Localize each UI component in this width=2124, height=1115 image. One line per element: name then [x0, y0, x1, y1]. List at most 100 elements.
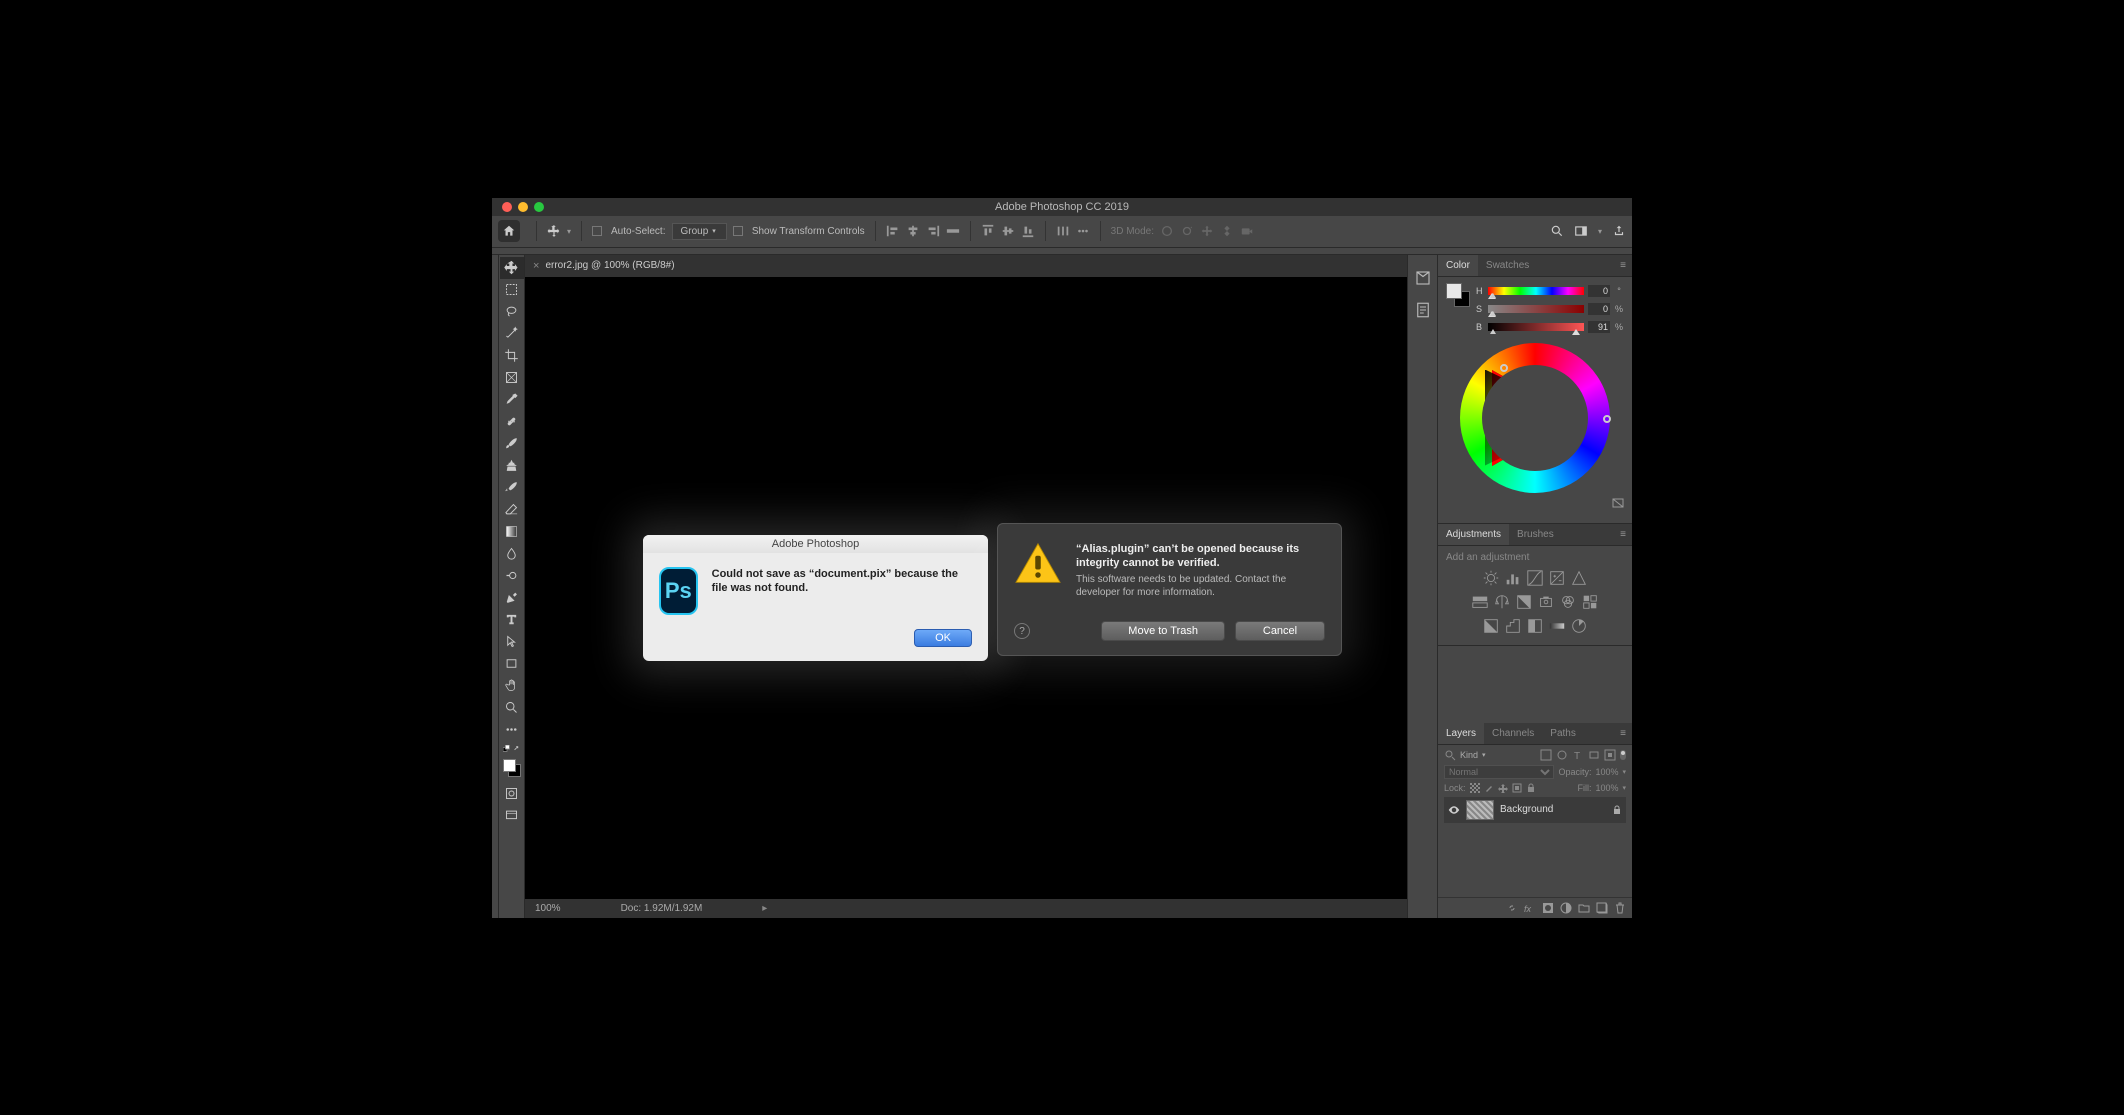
filter-shape-icon[interactable] [1588, 749, 1600, 761]
color-wheel[interactable] [1460, 343, 1610, 493]
blur-tool[interactable] [500, 543, 524, 565]
fill-value[interactable]: 100% [1595, 783, 1618, 793]
gradient-tool[interactable] [500, 521, 524, 543]
swatches-tab[interactable]: Swatches [1478, 255, 1537, 276]
align-left-icon[interactable] [886, 224, 900, 238]
show-transform-checkbox[interactable] [733, 226, 743, 236]
libraries-icon[interactable] [1414, 269, 1432, 287]
trash-icon[interactable] [1614, 902, 1626, 914]
minimize-window[interactable] [518, 202, 528, 212]
filter-search-icon[interactable] [1444, 749, 1456, 761]
filter-adj-icon[interactable] [1556, 749, 1568, 761]
zoom-tool[interactable] [500, 697, 524, 719]
color-lookup-icon[interactable] [1581, 593, 1599, 611]
align-bottom-icon[interactable] [1021, 224, 1035, 238]
align-vcenter-icon[interactable] [1001, 224, 1015, 238]
panel-menu-icon[interactable]: ≡ [1620, 260, 1626, 271]
link-icon[interactable] [1506, 902, 1518, 914]
bw-icon[interactable] [1515, 593, 1533, 611]
overflow-icon[interactable] [1076, 224, 1090, 238]
gradient-map-icon[interactable] [1548, 617, 1566, 635]
filter-smart-icon[interactable] [1604, 749, 1616, 761]
opacity-value[interactable]: 100% [1595, 767, 1618, 777]
filter-pixel-icon[interactable] [1540, 749, 1552, 761]
healing-tool[interactable] [500, 411, 524, 433]
paths-tab[interactable]: Paths [1542, 723, 1584, 744]
layer-name[interactable]: Background [1500, 804, 1553, 815]
group-icon[interactable] [1578, 902, 1590, 914]
type-tool[interactable] [500, 609, 524, 631]
lock-pos-icon[interactable] [1498, 783, 1508, 793]
auto-select-checkbox[interactable] [592, 226, 602, 236]
3d-slide-icon[interactable] [1220, 224, 1234, 238]
3d-camera-icon[interactable] [1240, 224, 1254, 238]
3d-pan-icon[interactable] [1200, 224, 1214, 238]
filter-type-icon[interactable]: T [1572, 749, 1584, 761]
history-brush-tool[interactable] [500, 477, 524, 499]
move-to-trash-button[interactable]: Move to Trash [1101, 621, 1225, 641]
s-value[interactable]: 0 [1588, 303, 1610, 315]
path-select-tool[interactable] [500, 631, 524, 653]
sat-slider[interactable] [1488, 305, 1584, 313]
b-value[interactable]: 91 [1588, 321, 1610, 333]
color-preview[interactable] [1446, 283, 1470, 307]
workspace-icon[interactable] [1574, 224, 1588, 238]
hand-tool[interactable] [500, 675, 524, 697]
curves-icon[interactable] [1526, 569, 1544, 587]
dodge-tool[interactable] [500, 565, 524, 587]
levels-icon[interactable] [1504, 569, 1522, 587]
history-icon[interactable] [1414, 301, 1432, 319]
move-tool[interactable] [500, 257, 524, 279]
layer-thumbnail[interactable] [1466, 800, 1494, 820]
visibility-icon[interactable] [1448, 804, 1460, 816]
cancel-button[interactable]: Cancel [1235, 621, 1325, 641]
blend-mode-select[interactable]: Normal [1444, 765, 1554, 779]
align-hcenter-icon[interactable] [906, 224, 920, 238]
new-layer-icon[interactable] [1596, 902, 1608, 914]
exposure-icon[interactable] [1548, 569, 1566, 587]
color-tab[interactable]: Color [1438, 255, 1478, 276]
magic-wand-tool[interactable] [500, 323, 524, 345]
align-top-icon[interactable] [981, 224, 995, 238]
filter-toggle[interactable] [1620, 750, 1626, 760]
lock-trans-icon[interactable] [1470, 783, 1480, 793]
adjustments-tab[interactable]: Adjustments [1438, 524, 1509, 545]
maximize-window[interactable] [534, 202, 544, 212]
eraser-tool[interactable] [500, 499, 524, 521]
hue-icon[interactable] [1471, 593, 1489, 611]
auto-select-dropdown[interactable]: Group ▾ [672, 223, 727, 240]
search-icon[interactable] [1550, 224, 1564, 238]
share-icon[interactable] [1612, 224, 1626, 238]
lock-all-icon[interactable] [1526, 783, 1536, 793]
swap-colors-icon[interactable] [513, 745, 521, 753]
color-balance-icon[interactable] [1493, 593, 1511, 611]
screen-mode-tool[interactable] [500, 805, 524, 827]
document-tab-label[interactable]: error2.jpg @ 100% (RGB/8#) [545, 260, 674, 271]
adjustment-layer-icon[interactable] [1560, 902, 1572, 914]
bri-slider[interactable] [1488, 323, 1584, 331]
lasso-tool[interactable] [500, 301, 524, 323]
brush-tool[interactable] [500, 433, 524, 455]
quick-mask-tool[interactable] [500, 783, 524, 805]
ok-button[interactable]: OK [914, 629, 972, 647]
crop-tool[interactable] [500, 345, 524, 367]
doc-size[interactable]: Doc: 1.92M/1.92M [621, 903, 703, 914]
edit-toolbar[interactable] [500, 719, 524, 741]
align-right-icon[interactable] [926, 224, 940, 238]
rectangle-tool[interactable] [500, 653, 524, 675]
3d-orbit-icon[interactable] [1160, 224, 1174, 238]
lock-icon[interactable] [1612, 805, 1622, 815]
tab-close-button[interactable]: × [533, 260, 539, 272]
lock-nest-icon[interactable] [1512, 783, 1522, 793]
lock-paint-icon[interactable] [1484, 783, 1494, 793]
zoom-level[interactable]: 100% [535, 903, 561, 914]
vibrance-icon[interactable] [1570, 569, 1588, 587]
layers-tab[interactable]: Layers [1438, 723, 1484, 744]
selective-color-icon[interactable] [1570, 617, 1588, 635]
panel-menu-icon[interactable]: ≡ [1620, 529, 1626, 540]
close-window[interactable] [502, 202, 512, 212]
color-mode-icon[interactable] [1612, 498, 1624, 508]
photo-filter-icon[interactable] [1537, 593, 1555, 611]
channels-tab[interactable]: Channels [1484, 723, 1542, 744]
help-button[interactable]: ? [1014, 623, 1030, 639]
